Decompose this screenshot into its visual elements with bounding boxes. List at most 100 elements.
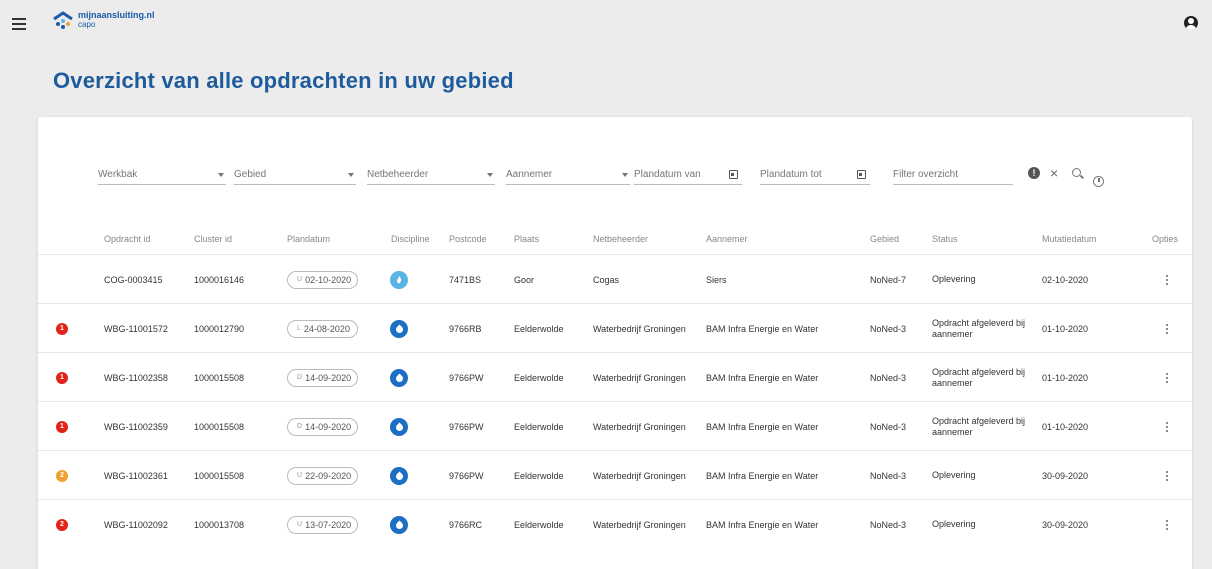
chevron-down-icon bbox=[218, 172, 224, 177]
col-mutatiedatum[interactable]: Mutatiedatum bbox=[1042, 234, 1097, 244]
more-options-icon[interactable] bbox=[1166, 519, 1169, 530]
chevron-down-icon bbox=[622, 172, 628, 177]
gebied: NoNed-3 bbox=[870, 421, 907, 432]
filter-overzicht-input[interactable]: Filter overzicht bbox=[893, 165, 1013, 185]
logo-line1: mijnaansluiting.nl bbox=[78, 10, 155, 20]
calendar-icon[interactable] bbox=[857, 170, 866, 179]
warning-count-badge: 1 bbox=[56, 420, 68, 433]
status: Oplevering bbox=[932, 274, 976, 284]
gebied: NoNed-3 bbox=[870, 519, 907, 530]
clear-icon[interactable]: × bbox=[1050, 166, 1058, 180]
opdracht-id-link[interactable]: WBG-11002359 bbox=[104, 402, 168, 451]
netbeheerder-select[interactable]: Netbeheerder bbox=[367, 165, 495, 185]
opdracht-id-link[interactable]: WBG-11002092 bbox=[104, 500, 168, 549]
plandatum-value: 24-08-2020 bbox=[303, 323, 350, 334]
plandatum-code: U bbox=[297, 472, 303, 479]
plaats: Eelderwolde bbox=[514, 519, 564, 530]
water-icon bbox=[390, 417, 408, 436]
plandatum-tot-field[interactable]: Plandatum tot bbox=[760, 165, 870, 185]
netbeheerder: Waterbedrijf Groningen bbox=[593, 323, 686, 334]
netbeheerder: Waterbedrijf Groningen bbox=[593, 519, 686, 530]
netbeheerder: Waterbedrijf Groningen bbox=[593, 372, 686, 383]
plaats: Goor bbox=[514, 274, 535, 285]
col-opties: Opties bbox=[1152, 234, 1179, 244]
page-title: Overzicht van alle opdrachten in uw gebi… bbox=[53, 68, 514, 93]
plandatum-chip: L 24-08-2020 bbox=[287, 319, 358, 338]
aannemer: BAM Infra Energie en Water bbox=[706, 372, 819, 383]
plandatum-chip: U 22-09-2020 bbox=[287, 466, 358, 485]
col-plaats[interactable]: Plaats bbox=[514, 234, 539, 244]
cluster-id: 1000016146 bbox=[194, 274, 245, 285]
alert-icon[interactable]: ! bbox=[1028, 167, 1040, 179]
warning-count-badge: 1 bbox=[56, 371, 68, 384]
chevron-down-icon bbox=[348, 172, 354, 177]
col-netbeheerder[interactable]: Netbeheerder bbox=[593, 234, 648, 244]
opdracht-id-link[interactable]: COG-0003415 bbox=[104, 255, 163, 304]
table-row[interactable]: 2 WBG-11002361 1000015508 U 22-09-2020 9766PW… bbox=[38, 450, 1192, 499]
cluster-id: 1000015508 bbox=[194, 470, 245, 481]
status: Opdracht afgeleverd bij aannemer bbox=[932, 317, 1026, 339]
alarm-clock-icon[interactable] bbox=[1093, 176, 1104, 187]
plandatum-chip: D 14-09-2020 bbox=[287, 417, 358, 436]
account-icon[interactable] bbox=[1184, 16, 1198, 30]
more-options-icon[interactable] bbox=[1166, 323, 1169, 334]
plandatum-chip: D 14-09-2020 bbox=[287, 368, 358, 387]
aannemer: BAM Infra Energie en Water bbox=[706, 421, 819, 432]
aannemer: BAM Infra Energie en Water bbox=[706, 470, 819, 481]
cluster-id: 1000013708 bbox=[194, 519, 245, 530]
col-opdracht-id[interactable]: Opdracht id bbox=[104, 234, 151, 244]
plandatum-code: D bbox=[297, 423, 303, 430]
col-gebied[interactable]: Gebied bbox=[870, 234, 899, 244]
cluster-id: 1000015508 bbox=[194, 421, 245, 432]
water-icon bbox=[390, 319, 408, 338]
postcode: 9766RC bbox=[449, 519, 483, 530]
table-row[interactable]: 2 WBG-11002092 1000013708 U 13-07-2020 9766RC… bbox=[38, 499, 1192, 548]
gebied: NoNed-3 bbox=[870, 470, 907, 481]
menu-icon[interactable] bbox=[12, 18, 26, 30]
more-options-icon[interactable] bbox=[1166, 421, 1169, 432]
search-icon[interactable] bbox=[1072, 168, 1081, 177]
col-status[interactable]: Status bbox=[932, 234, 958, 244]
warning-count-badge: 2 bbox=[56, 518, 68, 531]
col-discipline[interactable]: Discipline bbox=[391, 234, 430, 244]
opdracht-id-link[interactable]: WBG-11002361 bbox=[104, 451, 168, 500]
logo[interactable]: mijnaansluiting.nl capo bbox=[52, 10, 155, 30]
top-bar: mijnaansluiting.nl capo bbox=[0, 0, 1212, 52]
table-row[interactable]: 1 WBG-11002358 1000015508 D 14-09-2020 9766PW… bbox=[38, 352, 1192, 401]
postcode: 7471BS bbox=[449, 274, 482, 285]
plaats: Eelderwolde bbox=[514, 421, 564, 432]
aannemer-select[interactable]: Aannemer bbox=[506, 165, 630, 185]
status: Opdracht afgeleverd bij aannemer bbox=[932, 415, 1026, 437]
more-options-icon[interactable] bbox=[1166, 372, 1169, 383]
col-cluster-id[interactable]: Cluster id bbox=[194, 234, 232, 244]
plandatum-chip: U 13-07-2020 bbox=[287, 515, 358, 534]
plandatum-van-field[interactable]: Plandatum van bbox=[634, 165, 742, 185]
table-row[interactable]: COG-0003415 1000016146 U 02-10-2020 7471BS Go… bbox=[38, 254, 1192, 303]
plandatum-value: 22-09-2020 bbox=[305, 470, 352, 481]
col-postcode[interactable]: Postcode bbox=[449, 234, 487, 244]
postcode: 9766PW bbox=[449, 421, 484, 432]
gebied-select[interactable]: Gebied bbox=[234, 165, 356, 185]
status: Opdracht afgeleverd bij aannemer bbox=[932, 366, 1026, 388]
col-plandatum[interactable]: Plandatum bbox=[287, 234, 330, 244]
table-row[interactable]: 1 WBG-11002359 1000015508 D 14-09-2020 9766PW… bbox=[38, 401, 1192, 450]
postcode: 9766PW bbox=[449, 372, 484, 383]
aannemer: BAM Infra Energie en Water bbox=[706, 519, 819, 530]
opdracht-id-link[interactable]: WBG-11002358 bbox=[104, 353, 168, 402]
gebied: NoNed-3 bbox=[870, 323, 907, 334]
status: Oplevering bbox=[932, 470, 976, 480]
plandatum-value: 14-09-2020 bbox=[305, 421, 352, 432]
opdracht-id-link[interactable]: WBG-11001572 bbox=[104, 304, 168, 353]
mutatiedatum: 02-10-2020 bbox=[1042, 274, 1089, 285]
plaats: Eelderwolde bbox=[514, 470, 564, 481]
netbeheerder: Waterbedrijf Groningen bbox=[593, 421, 686, 432]
plandatum-code: D bbox=[297, 374, 303, 381]
calendar-icon[interactable] bbox=[729, 170, 738, 179]
werkbak-select[interactable]: Werkbak bbox=[98, 165, 226, 185]
more-options-icon[interactable] bbox=[1166, 274, 1169, 285]
plandatum-chip: U 02-10-2020 bbox=[287, 270, 358, 289]
col-aannemer[interactable]: Aannemer bbox=[706, 234, 748, 244]
more-options-icon[interactable] bbox=[1166, 470, 1169, 481]
gas-icon bbox=[390, 270, 408, 289]
table-row[interactable]: 1 WBG-11001572 1000012790 L 24-08-2020 9766RB… bbox=[38, 303, 1192, 352]
